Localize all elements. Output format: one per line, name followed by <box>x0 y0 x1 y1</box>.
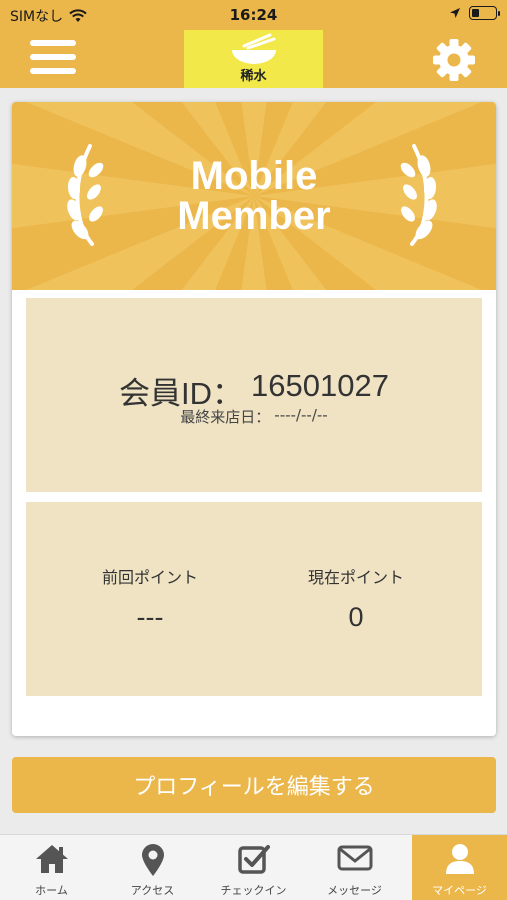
current-points-label: 現在ポイント <box>307 568 404 587</box>
tab-home[interactable]: ホーム <box>4 835 99 900</box>
tab-message-label: メッセージ <box>327 884 382 897</box>
gear-icon[interactable] <box>432 38 476 82</box>
last-visit: 最終来店日： ----/--/-- <box>26 406 482 427</box>
tab-message[interactable]: メッセージ <box>307 835 402 900</box>
user-icon <box>445 844 474 874</box>
tab-mypage[interactable]: マイページ <box>412 835 507 900</box>
home-icon <box>35 845 68 873</box>
menu-button[interactable] <box>30 40 76 78</box>
current-points: 現在ポイント 0 <box>256 564 456 633</box>
member-banner: Mobile Member <box>12 102 496 290</box>
member-card: Mobile Member 会員ID： 16501027 最終来店日： ----… <box>12 102 496 736</box>
checkbox-icon <box>237 845 270 874</box>
envelope-icon <box>337 845 372 871</box>
tab-mypage-label: マイページ <box>432 884 487 897</box>
last-visit-label: 最終来店日： <box>180 408 271 426</box>
status-time: 16:24 <box>229 6 278 24</box>
bottom-tab-bar: ホーム アクセス チェックイン メッセージ マイページ <box>0 834 507 900</box>
edit-profile-button[interactable]: プロフィールを編集する <box>12 757 496 813</box>
ramen-bowl-icon <box>232 33 276 64</box>
status-bar: SIMなし 16:24 <box>0 0 507 30</box>
points-panel: 前回ポイント --- 現在ポイント 0 <box>26 502 482 696</box>
last-visit-value: ----/--/-- <box>274 406 328 424</box>
shop-logo[interactable]: 稀水 <box>184 30 323 88</box>
tab-access[interactable]: アクセス <box>105 835 200 900</box>
prev-points: 前回ポイント --- <box>50 564 250 633</box>
prev-points-value: --- <box>136 602 164 632</box>
tab-checkin[interactable]: チェックイン <box>206 835 301 900</box>
app-header: 稀水 <box>0 30 507 88</box>
member-id-panel: 会員ID： 16501027 最終来店日： ----/--/-- <box>26 298 482 492</box>
current-points-value: 0 <box>348 602 364 632</box>
tab-home-label: ホーム <box>35 884 68 897</box>
logo-text: 稀水 <box>240 69 267 84</box>
tab-access-label: アクセス <box>130 884 175 897</box>
laurel-right-icon <box>400 144 437 246</box>
battery-icon <box>469 6 500 20</box>
map-pin-icon <box>141 844 164 876</box>
tab-checkin-label: チェックイン <box>220 884 287 897</box>
location-arrow-icon <box>450 8 460 18</box>
status-right <box>449 6 500 20</box>
prev-points-label: 前回ポイント <box>101 568 198 587</box>
hamburger-icon <box>30 40 76 46</box>
